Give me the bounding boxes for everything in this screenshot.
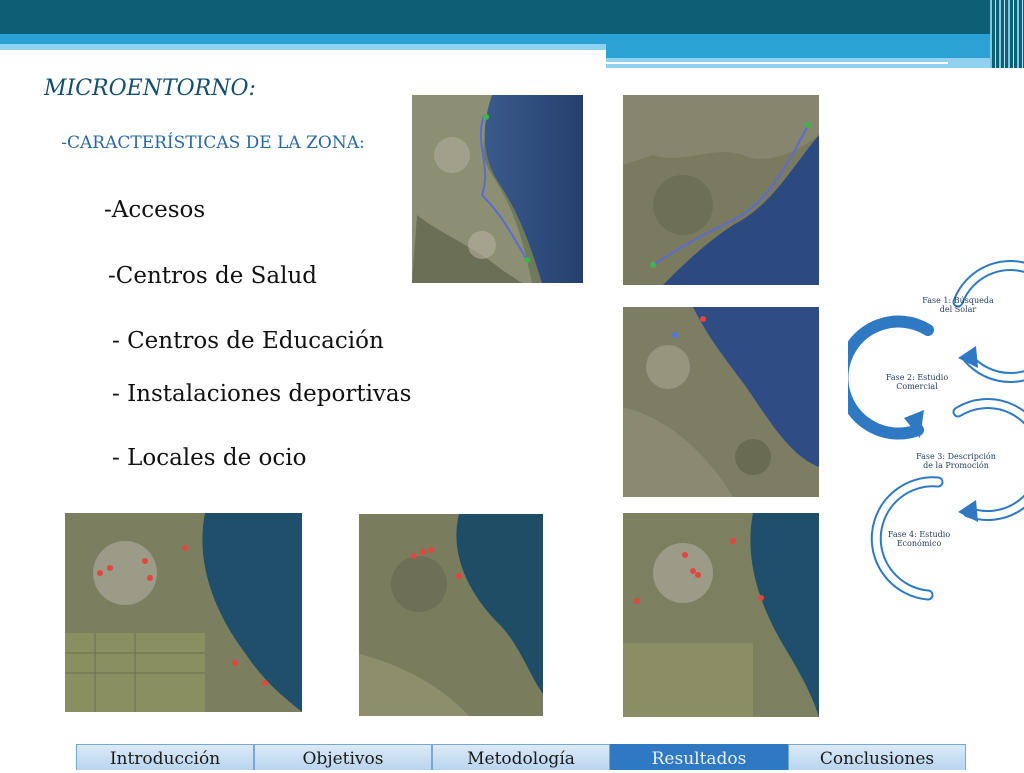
phase-1-label: Fase 1: Búsqueda del Solar bbox=[922, 296, 994, 314]
cycle-arrows bbox=[836, 260, 1024, 601]
item-accesos: -Accesos bbox=[104, 197, 206, 223]
route-map-accesos-2 bbox=[623, 95, 819, 285]
tab-metodologia[interactable]: Metodología bbox=[432, 744, 610, 770]
satellite-map-deportivas bbox=[359, 514, 543, 716]
phase-3-label: Fase 3: Descripción de la Promoción bbox=[916, 452, 996, 470]
header-band-light bbox=[0, 44, 606, 50]
process-cycle-diagram: Fase 1: Búsqueda del Solar Fase 2: Estud… bbox=[836, 240, 1024, 605]
satellite-map-educacion bbox=[65, 513, 302, 712]
tab-conclusiones[interactable]: Conclusiones bbox=[788, 744, 966, 770]
tab-resultados[interactable]: Resultados bbox=[610, 744, 788, 770]
item-centros-salud: -Centros de Salud bbox=[108, 263, 317, 289]
item-centros-educacion: - Centros de Educación bbox=[112, 328, 384, 354]
tab-introduccion[interactable]: Introducción bbox=[76, 744, 254, 770]
route-map-accesos-1 bbox=[412, 95, 583, 283]
header-divider-line bbox=[606, 62, 948, 64]
satellite-map-salud bbox=[623, 307, 819, 497]
header-band-mid bbox=[0, 34, 1024, 44]
tab-objetivos[interactable]: Objetivos bbox=[254, 744, 432, 770]
section-nav: Introducción Objetivos Metodología Resul… bbox=[76, 744, 966, 770]
slide-subtitle: -CARACTERÍSTICAS DE LA ZONA: bbox=[61, 133, 365, 153]
header-band-step bbox=[606, 44, 1024, 58]
phase-4-label: Fase 4: Estudio Económico bbox=[887, 530, 951, 548]
satellite-map-ocio bbox=[623, 513, 819, 717]
phase-2-label: Fase 2: Estudio Comercial bbox=[885, 373, 949, 391]
header-stripes bbox=[990, 0, 1024, 68]
item-instalaciones-deportivas: - Instalaciones deportivas bbox=[112, 381, 412, 407]
header-band-dark bbox=[0, 0, 1024, 34]
item-locales-ocio: - Locales de ocio bbox=[112, 445, 307, 471]
slide-title: MICROENTORNO: bbox=[44, 76, 256, 101]
